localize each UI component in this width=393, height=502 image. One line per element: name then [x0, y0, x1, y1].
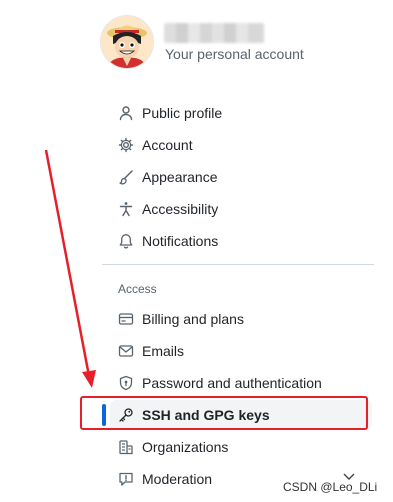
username: ········· — [164, 23, 264, 43]
nav-item-label: Moderation — [142, 471, 213, 487]
nav-item-label: SSH and GPG keys — [142, 407, 270, 423]
nav-item-label: Password and authentication — [142, 375, 322, 391]
accessibility-icon — [118, 201, 134, 217]
nav-item-label: Notifications — [142, 233, 219, 249]
account-subtitle: Your personal account — [165, 46, 304, 62]
nav-item-appearance[interactable]: Appearance — [110, 162, 372, 192]
section-heading-access: Access — [118, 282, 157, 296]
watermark: CSDN @Leo_DLi — [283, 480, 378, 494]
selected-indicator — [102, 404, 106, 426]
nav-item-account[interactable]: Account — [110, 130, 372, 160]
nav-item-label: Account — [142, 137, 193, 153]
paintbrush-icon — [118, 169, 134, 185]
nav-item-password-authentication[interactable]: Password and authentication — [110, 368, 372, 398]
nav-item-public-profile[interactable]: Public profile — [110, 98, 372, 128]
bell-icon — [118, 233, 134, 249]
nav-item-label: Organizations — [142, 439, 229, 455]
avatar[interactable] — [100, 15, 154, 69]
credit-card-icon — [118, 311, 134, 327]
avatar-image — [101, 16, 153, 68]
section-divider — [102, 264, 374, 265]
nav-item-billing[interactable]: Billing and plans — [110, 304, 372, 334]
nav-item-ssh-gpg-keys[interactable]: SSH and GPG keys — [110, 400, 372, 430]
nav-item-label: Appearance — [142, 169, 218, 185]
nav-item-notifications[interactable]: Notifications — [110, 226, 372, 256]
organization-icon — [118, 439, 134, 455]
nav-item-label: Emails — [142, 343, 185, 359]
person-icon — [118, 105, 134, 121]
nav-item-emails[interactable]: Emails — [110, 336, 372, 366]
mail-icon — [118, 343, 134, 359]
nav-item-label: Accessibility — [142, 201, 219, 217]
nav-item-label: Public profile — [142, 105, 223, 121]
nav-item-organizations[interactable]: Organizations — [110, 432, 372, 462]
gear-icon — [118, 137, 134, 153]
report-icon — [118, 471, 134, 487]
key-icon — [118, 407, 134, 423]
nav-item-accessibility[interactable]: Accessibility — [110, 194, 372, 224]
nav-item-label: Billing and plans — [142, 311, 244, 327]
shield-lock-icon — [118, 375, 134, 391]
